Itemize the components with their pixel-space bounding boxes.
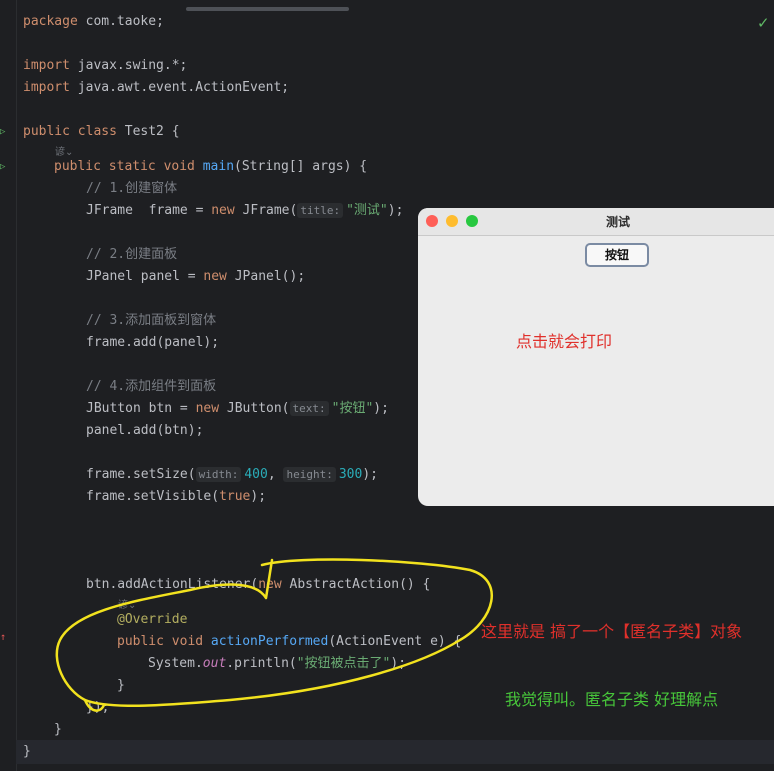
- yellow-highlight-scribble: [55, 558, 493, 712]
- opinion-note: 我觉得叫。匿名子类 好理解点: [505, 690, 719, 709]
- click-print-note: 点击就会打印: [516, 332, 613, 351]
- anonymous-subclass-note: 这里就是 搞了一个【匿名子类】对象: [481, 622, 743, 641]
